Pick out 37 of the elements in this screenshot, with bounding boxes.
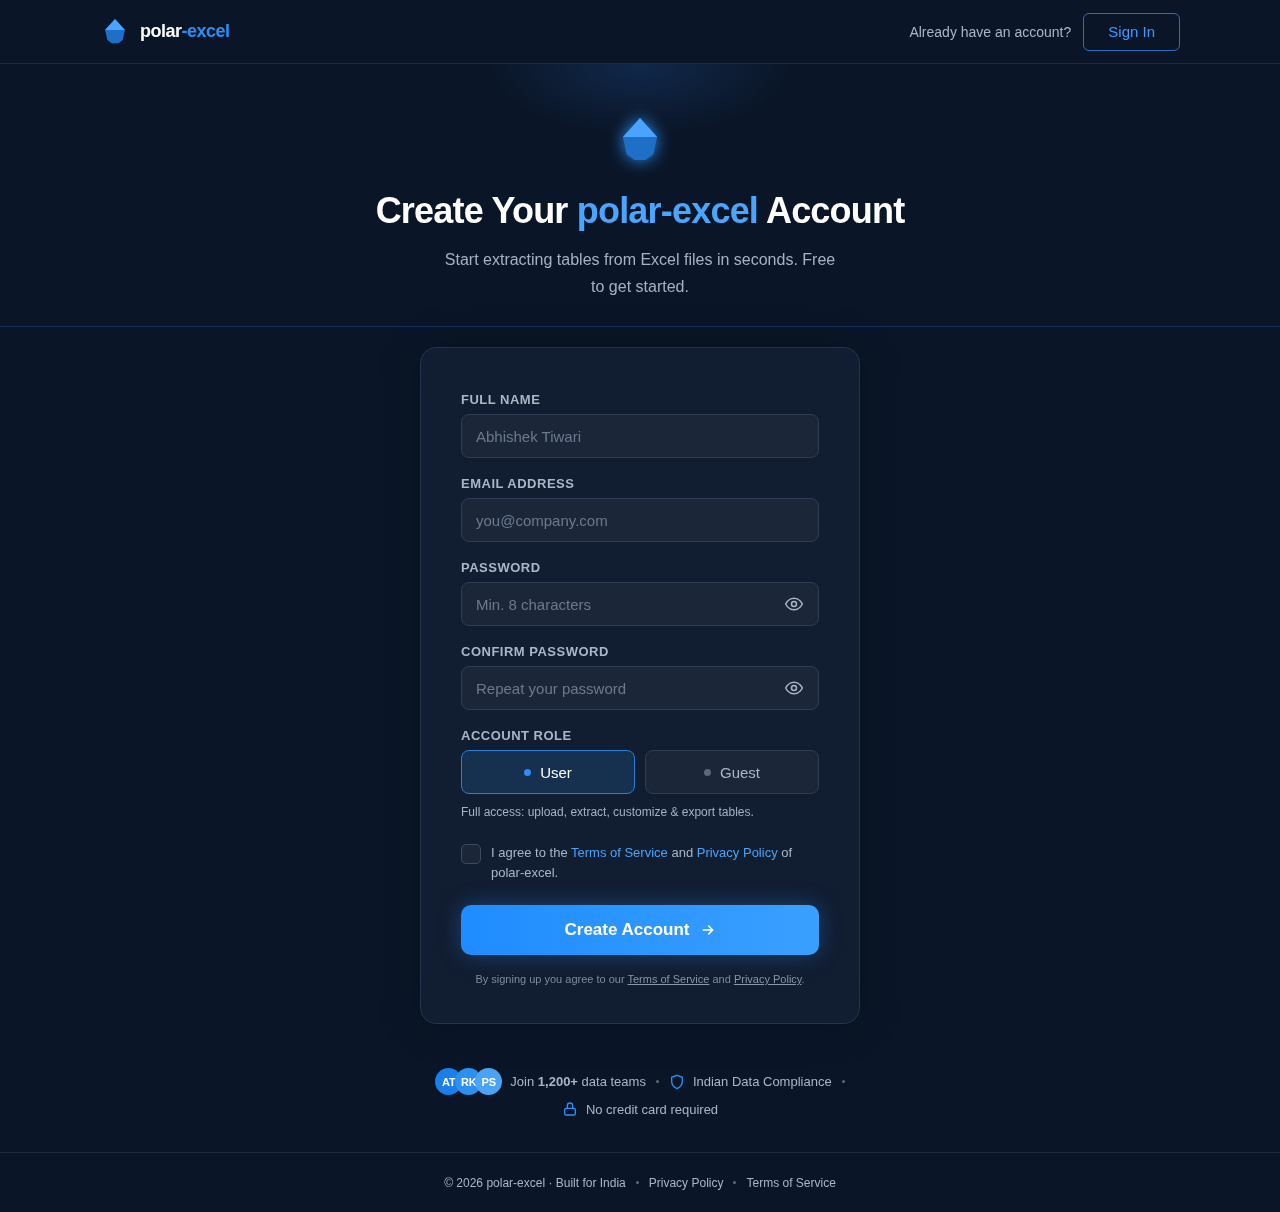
dot-icon: [704, 768, 711, 776]
privacy-link[interactable]: Privacy Policy: [733, 973, 802, 985]
shield-icon: [668, 1073, 685, 1090]
field-label: FULL NAME: [461, 392, 542, 407]
footer-link[interactable]: Privacy Policy: [648, 1175, 724, 1190]
copyright-text: © 2026 polar-excel · Built for India: [444, 1175, 626, 1190]
terms-link[interactable]: Terms of Service: [571, 845, 668, 860]
legal-note: By signing up you agree to our Terms of Service and Privacy Policy.: [474, 973, 806, 985]
field-label: PASSWORD: [461, 560, 542, 575]
lock-icon: [561, 1101, 578, 1117]
logo-icon: [104, 18, 126, 45]
field-label: CONFIRM PASSWORD: [461, 644, 610, 659]
avatar: PS: [475, 1068, 503, 1095]
agree-checkbox[interactable]: [461, 844, 481, 864]
input-field[interactable]: you@company.com: [461, 498, 819, 542]
page-title: Create Your polar-excel Account: [375, 190, 905, 232]
crystal-icon: [621, 116, 659, 162]
field-label: ACCOUNT ROLE: [461, 728, 573, 743]
no-card-text: No credit card required: [585, 1101, 719, 1117]
role-option[interactable]: Guest: [645, 750, 819, 794]
page-subtitle: Start extracting tables from Excel files in seconds. Free to get started.: [443, 250, 837, 297]
input-field[interactable]: Min. 8 characters: [461, 582, 819, 626]
role-option[interactable]: User: [461, 750, 635, 794]
privacy-link[interactable]: Privacy Policy: [696, 845, 778, 860]
dot-icon: [524, 768, 532, 776]
agree-text: I agree to the Terms of Service and Privacy Policy of polar-excel.: [491, 844, 794, 882]
input-field[interactable]: Repeat your password: [461, 666, 819, 710]
terms-link[interactable]: Terms of Service: [627, 973, 710, 985]
logo-text[interactable]: polar-excel: [140, 21, 230, 42]
footer-link[interactable]: Terms of Service: [746, 1175, 836, 1190]
role-hint: Full access: upload, extract, customize & export tables.: [461, 805, 755, 819]
input-field[interactable]: Abhishek Tiwari: [461, 414, 819, 458]
field-label: EMAIL ADDRESS: [461, 476, 576, 491]
sign-in-button[interactable]: Sign In: [1083, 12, 1180, 51]
compliance-text: Indian Data Compliance: [692, 1074, 832, 1089]
sign-in-prompt: Already have an account?: [909, 23, 1072, 40]
teams-text: Join 1,200+ data teams: [510, 1074, 646, 1089]
